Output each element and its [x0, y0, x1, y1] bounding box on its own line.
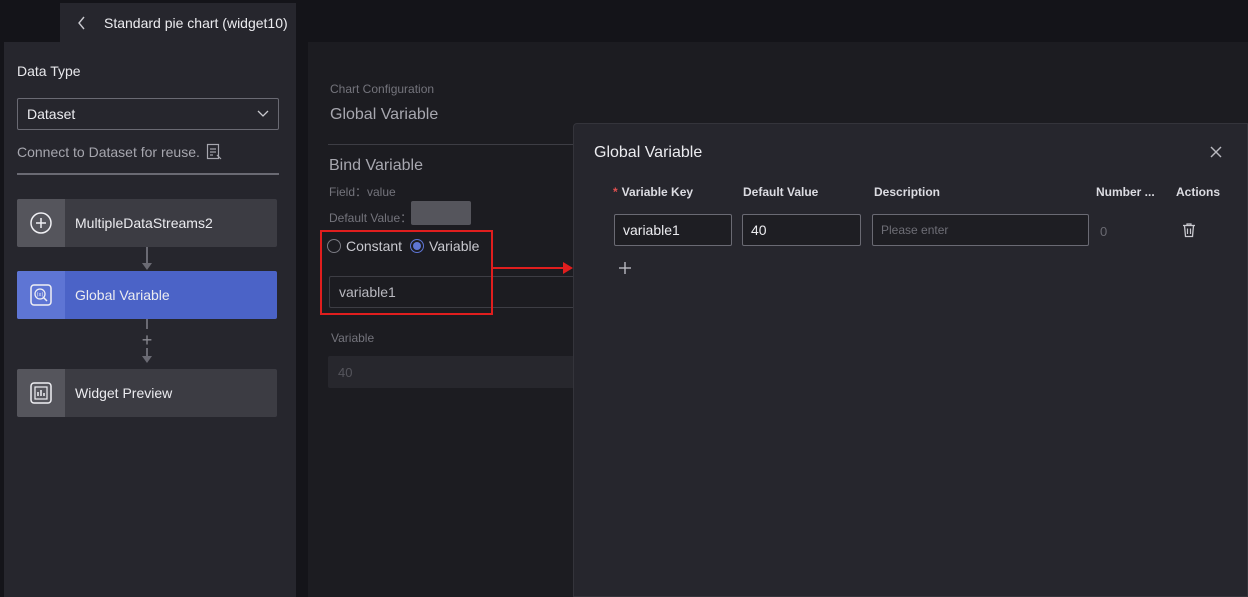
column-header-variable-key: * Variable Key — [613, 185, 693, 199]
top-bar: Standard pie chart (widget10) — [0, 0, 1248, 42]
field-text: Field：value — [329, 185, 396, 199]
node-widget-preview[interactable]: Widget Preview — [17, 369, 277, 417]
annotation-arrow-line — [493, 267, 566, 269]
default-value-label: Default Value： — [329, 211, 413, 225]
variable-icon: (x) — [17, 271, 65, 319]
connector-arrow — [142, 356, 152, 363]
variable-value-field: 40 — [328, 356, 578, 388]
column-header-description: Description — [874, 185, 941, 199]
widget-title: Standard pie chart (widget10) — [104, 14, 288, 31]
left-panel: Data Type Dataset Connect to Dataset for… — [4, 42, 296, 597]
redacted-default-value — [411, 201, 471, 225]
global-variable-dialog: Global Variable * Variable Key Default Va… — [573, 123, 1248, 597]
config-subtitle: Chart Configuration — [330, 82, 435, 96]
connector-line — [146, 247, 148, 263]
trash-icon[interactable] — [1181, 222, 1197, 238]
data-type-select[interactable]: Dataset — [17, 98, 279, 130]
node-multiple-data-streams[interactable]: MultipleDataStreams2 — [17, 199, 277, 247]
highlight-box — [320, 230, 493, 315]
svg-text:(x): (x) — [37, 292, 44, 298]
divider — [17, 173, 279, 175]
chevron-down-icon — [257, 110, 269, 117]
data-type-label: Data Type — [17, 63, 81, 79]
node-label: MultipleDataStreams2 — [75, 215, 213, 231]
column-header-default-value: Default Value — [743, 185, 819, 199]
column-header-actions: Actions — [1176, 185, 1221, 199]
column-header-label: Variable Key — [621, 185, 694, 199]
number-value: 0 — [1100, 224, 1108, 239]
variable-label: Variable — [331, 331, 375, 345]
chevron-left-icon[interactable] — [60, 16, 104, 30]
node-label: Widget Preview — [75, 385, 173, 401]
description-input[interactable]: Please enter — [872, 214, 1089, 246]
connect-dataset-text: Connect to Dataset for reuse. — [17, 144, 200, 160]
connect-dataset-link[interactable]: Connect to Dataset for reuse. — [17, 143, 222, 161]
node-global-variable[interactable]: (x) Global Variable — [17, 271, 277, 319]
add-node-icon[interactable]: + — [138, 331, 156, 349]
required-mark: * — [613, 185, 618, 199]
chart-preview-icon — [17, 369, 65, 417]
connector-line — [146, 319, 148, 329]
dialog-title: Global Variable — [594, 144, 703, 161]
variable-key-input[interactable]: variable1 — [614, 214, 732, 246]
document-icon — [206, 143, 222, 160]
connector-line — [146, 348, 148, 356]
node-label: Global Variable — [75, 287, 170, 303]
widget-tab[interactable]: Standard pie chart (widget10) — [60, 3, 296, 42]
default-value-input[interactable]: 40 — [742, 214, 861, 246]
divider — [328, 144, 578, 145]
add-row-icon[interactable] — [617, 260, 633, 276]
connector-arrow — [142, 263, 152, 270]
plus-circle-icon — [17, 199, 65, 247]
bind-variable-title: Bind Variable — [329, 157, 423, 174]
close-icon[interactable] — [1208, 144, 1224, 160]
annotation-arrow-head — [563, 262, 573, 274]
config-title: Global Variable — [330, 106, 439, 123]
data-type-value: Dataset — [27, 106, 76, 122]
column-header-number: Number ... — [1096, 185, 1155, 199]
